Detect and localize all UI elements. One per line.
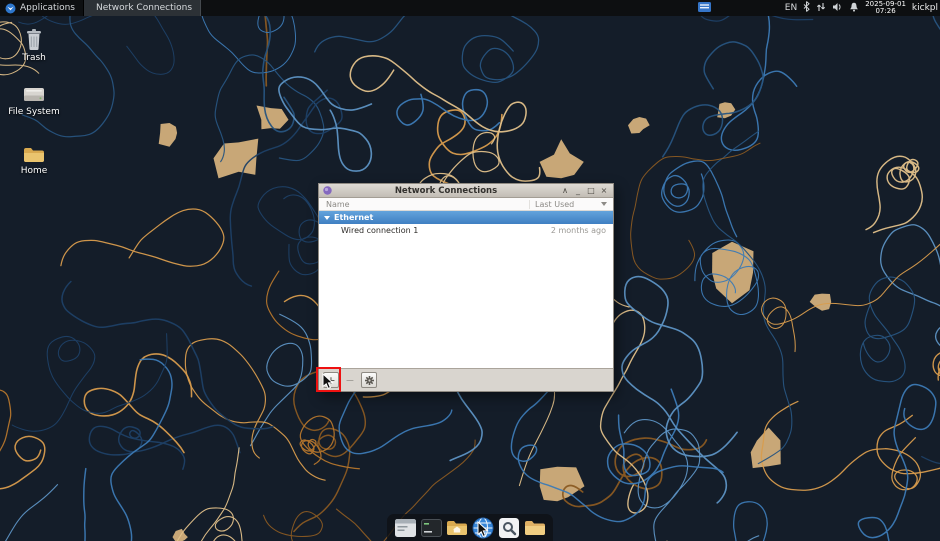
expander-icon[interactable] xyxy=(324,216,330,220)
network-icon[interactable] xyxy=(816,2,826,15)
clock-time: 07:26 xyxy=(875,8,895,16)
keyboard-layout-label[interactable]: EN xyxy=(785,3,797,13)
filesystem-drive-icon xyxy=(23,86,45,105)
taskbar-window-button[interactable]: Network Connections xyxy=(83,0,201,16)
ethernet-group-row[interactable]: Ethernet xyxy=(319,211,613,224)
window-menu-icon[interactable] xyxy=(323,186,332,195)
desktop-icon-label: Trash xyxy=(22,53,46,63)
applications-menu-icon xyxy=(5,3,16,14)
cursor-icon xyxy=(322,373,334,391)
network-connections-window: Network Connections ∧ _ □ × Name Last Us… xyxy=(318,183,614,392)
dock-file-manager[interactable] xyxy=(524,517,546,539)
column-header-last-used-label: Last Used xyxy=(535,200,574,209)
connection-row[interactable]: Wired connection 1 2 months ago xyxy=(319,224,613,237)
volume-icon[interactable] xyxy=(832,2,843,15)
window-toolbar: + − xyxy=(319,368,613,391)
keyboard-indicator-icon[interactable] xyxy=(698,2,711,15)
file-manager-folder-icon xyxy=(524,519,546,537)
desktop-icon-filesystem[interactable]: File System xyxy=(6,86,62,117)
taskbar-window-label: Network Connections xyxy=(96,3,192,13)
desktop-icon-label: Home xyxy=(21,166,48,176)
home-folder-icon xyxy=(23,146,45,164)
desktop-icon-trash[interactable]: Trash xyxy=(6,28,62,63)
dock-terminal-light[interactable] xyxy=(394,517,416,539)
column-header-name[interactable]: Name xyxy=(319,200,529,209)
column-header-last-used[interactable]: Last Used xyxy=(529,200,613,209)
applications-menu[interactable]: Applications xyxy=(0,0,83,16)
cursor-icon xyxy=(477,521,489,539)
list-header: Name Last Used xyxy=(319,198,613,211)
terminal-light-icon xyxy=(395,519,416,537)
terminal-dark-icon xyxy=(421,519,442,537)
shade-button[interactable]: ∧ xyxy=(560,185,570,197)
minimize-button[interactable]: _ xyxy=(573,185,583,197)
window-title: Network Connections xyxy=(335,186,557,196)
dock xyxy=(387,514,553,541)
desktop-icon-home[interactable]: Home xyxy=(6,146,62,176)
trash-icon xyxy=(24,28,44,51)
bluetooth-icon[interactable] xyxy=(803,1,810,15)
notifications-bell-icon[interactable] xyxy=(849,2,859,15)
delete-connection-button[interactable]: − xyxy=(342,372,358,388)
close-button[interactable]: × xyxy=(599,185,609,197)
group-label: Ethernet xyxy=(334,213,373,222)
top-panel: Applications Network Connections EN xyxy=(0,0,940,16)
desktop-icon-label: File System xyxy=(8,107,59,117)
connection-last-used: 2 months ago xyxy=(551,226,613,235)
dock-home-icon xyxy=(446,519,468,537)
dock-app-finder[interactable] xyxy=(498,517,520,539)
dock-home-folder[interactable] xyxy=(446,517,468,539)
desktop: Applications Network Connections EN xyxy=(0,0,940,541)
connection-name: Wired connection 1 xyxy=(341,226,418,235)
titlebar[interactable]: Network Connections ∧ _ □ × xyxy=(319,184,613,198)
dock-terminal-dark[interactable] xyxy=(420,517,442,539)
username-label: kickpl xyxy=(912,3,938,13)
maximize-button[interactable]: □ xyxy=(586,185,596,197)
sort-arrow-icon xyxy=(601,202,607,206)
applications-label: Applications xyxy=(20,3,75,13)
clock[interactable]: 2025-09-01 07:26 xyxy=(865,1,906,16)
edit-connection-button[interactable] xyxy=(361,372,377,388)
system-tray: EN 2025-09-01 07:26 kickpl xyxy=(698,0,940,16)
search-icon xyxy=(499,518,519,538)
connections-list: Ethernet Wired connection 1 2 months ago xyxy=(319,211,613,368)
gear-icon xyxy=(365,376,374,385)
